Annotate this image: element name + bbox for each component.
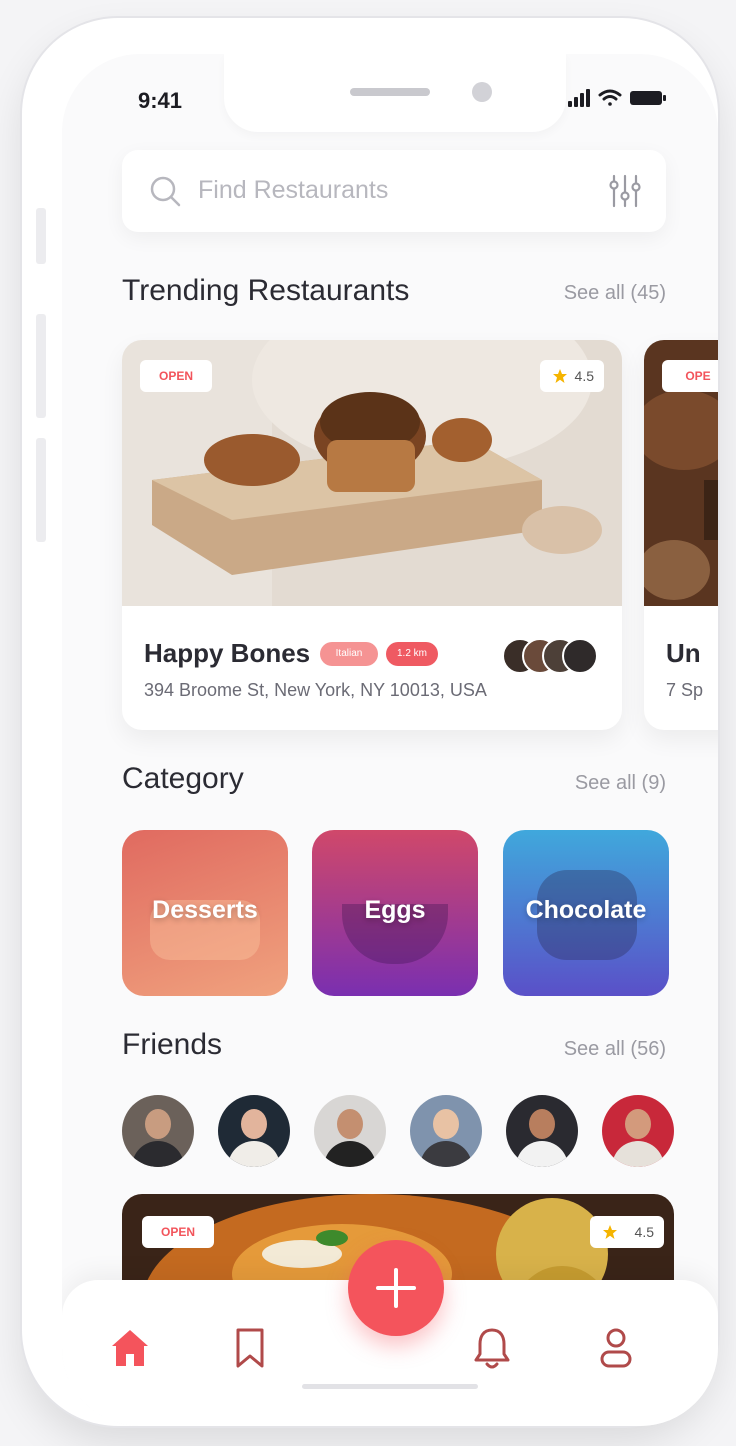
add-icon: [376, 1268, 416, 1308]
status-icons: [568, 89, 666, 107]
category-label: Desserts: [152, 896, 258, 924]
restaurant-name: Un: [666, 638, 701, 668]
home-indicator: [302, 1384, 478, 1389]
category-title: Category: [122, 762, 244, 795]
friend-avatar[interactable]: [218, 1095, 290, 1167]
rating-value: 4.5: [634, 1224, 654, 1240]
battery-icon: [630, 91, 666, 105]
star-icon: [603, 1225, 617, 1239]
rating-value: 4.5: [574, 368, 594, 384]
friend-avatar[interactable]: [602, 1095, 674, 1167]
distance-tag: 1.2 km: [386, 642, 438, 666]
search-icon: [150, 176, 181, 207]
side-button: [36, 208, 46, 264]
add-button[interactable]: [348, 1240, 444, 1336]
bell-icon[interactable]: [468, 1324, 516, 1372]
side-button: [36, 438, 46, 542]
phone-frame: 9:41 Find Restaurants Trending Restauran…: [22, 18, 718, 1426]
restaurant-address: 7 Sp: [666, 680, 704, 700]
restaurant-card[interactable]: OPE Un 7 Sp: [644, 340, 718, 730]
friend-avatar[interactable]: [506, 1095, 578, 1167]
restaurant-card[interactable]: OPEN 4.5 Happy Bones Italian 1.2 km 394 …: [122, 340, 622, 730]
speaker: [350, 88, 430, 96]
home-icon[interactable]: [106, 1324, 154, 1372]
trending-title: Trending Restaurants: [122, 274, 410, 307]
camera: [472, 82, 492, 102]
open-badge: OPEN: [142, 1216, 214, 1248]
bookmark-icon[interactable]: [226, 1324, 274, 1372]
restaurant-address: 394 Broome St, New York, NY 10013, USA: [144, 680, 487, 700]
category-label: Chocolate: [525, 896, 647, 924]
friend-avatar[interactable]: [314, 1095, 386, 1167]
filter-icon[interactable]: [606, 172, 644, 210]
cuisine-tag: Italian: [320, 642, 378, 666]
wifi-icon: [598, 89, 622, 106]
search-bar[interactable]: Find Restaurants: [122, 150, 666, 232]
rating-badge: 4.5: [540, 360, 604, 392]
category-label: Eggs: [364, 896, 426, 924]
rating-badge: 4.5: [590, 1216, 664, 1248]
status-time: 9:41: [138, 88, 183, 113]
app-screen: 9:41 Find Restaurants Trending Restauran…: [62, 54, 718, 1426]
friend-avatar[interactable]: [410, 1095, 482, 1167]
search-input[interactable]: Find Restaurants: [198, 176, 388, 205]
friends-see-all[interactable]: See all (56): [564, 1038, 666, 1061]
star-icon: [553, 369, 567, 383]
category-eggs[interactable]: Eggs: [312, 830, 478, 996]
signal-icon: [568, 89, 590, 107]
restaurant-name: Happy Bones: [144, 638, 311, 668]
category-chocolate[interactable]: Chocolate: [503, 830, 669, 996]
friend-avatars: [502, 638, 602, 674]
open-badge: OPE: [662, 360, 718, 392]
trending-see-all[interactable]: See all (45): [564, 282, 666, 305]
open-badge: OPEN: [140, 360, 212, 392]
friend-avatar[interactable]: [122, 1095, 194, 1167]
category-see-all[interactable]: See all (9): [575, 772, 666, 795]
notch: [224, 54, 566, 132]
avatar: [562, 638, 598, 674]
category-desserts[interactable]: Desserts: [122, 830, 288, 996]
user-icon[interactable]: [592, 1324, 640, 1372]
side-button: [36, 314, 46, 418]
friends-title: Friends: [122, 1028, 223, 1061]
